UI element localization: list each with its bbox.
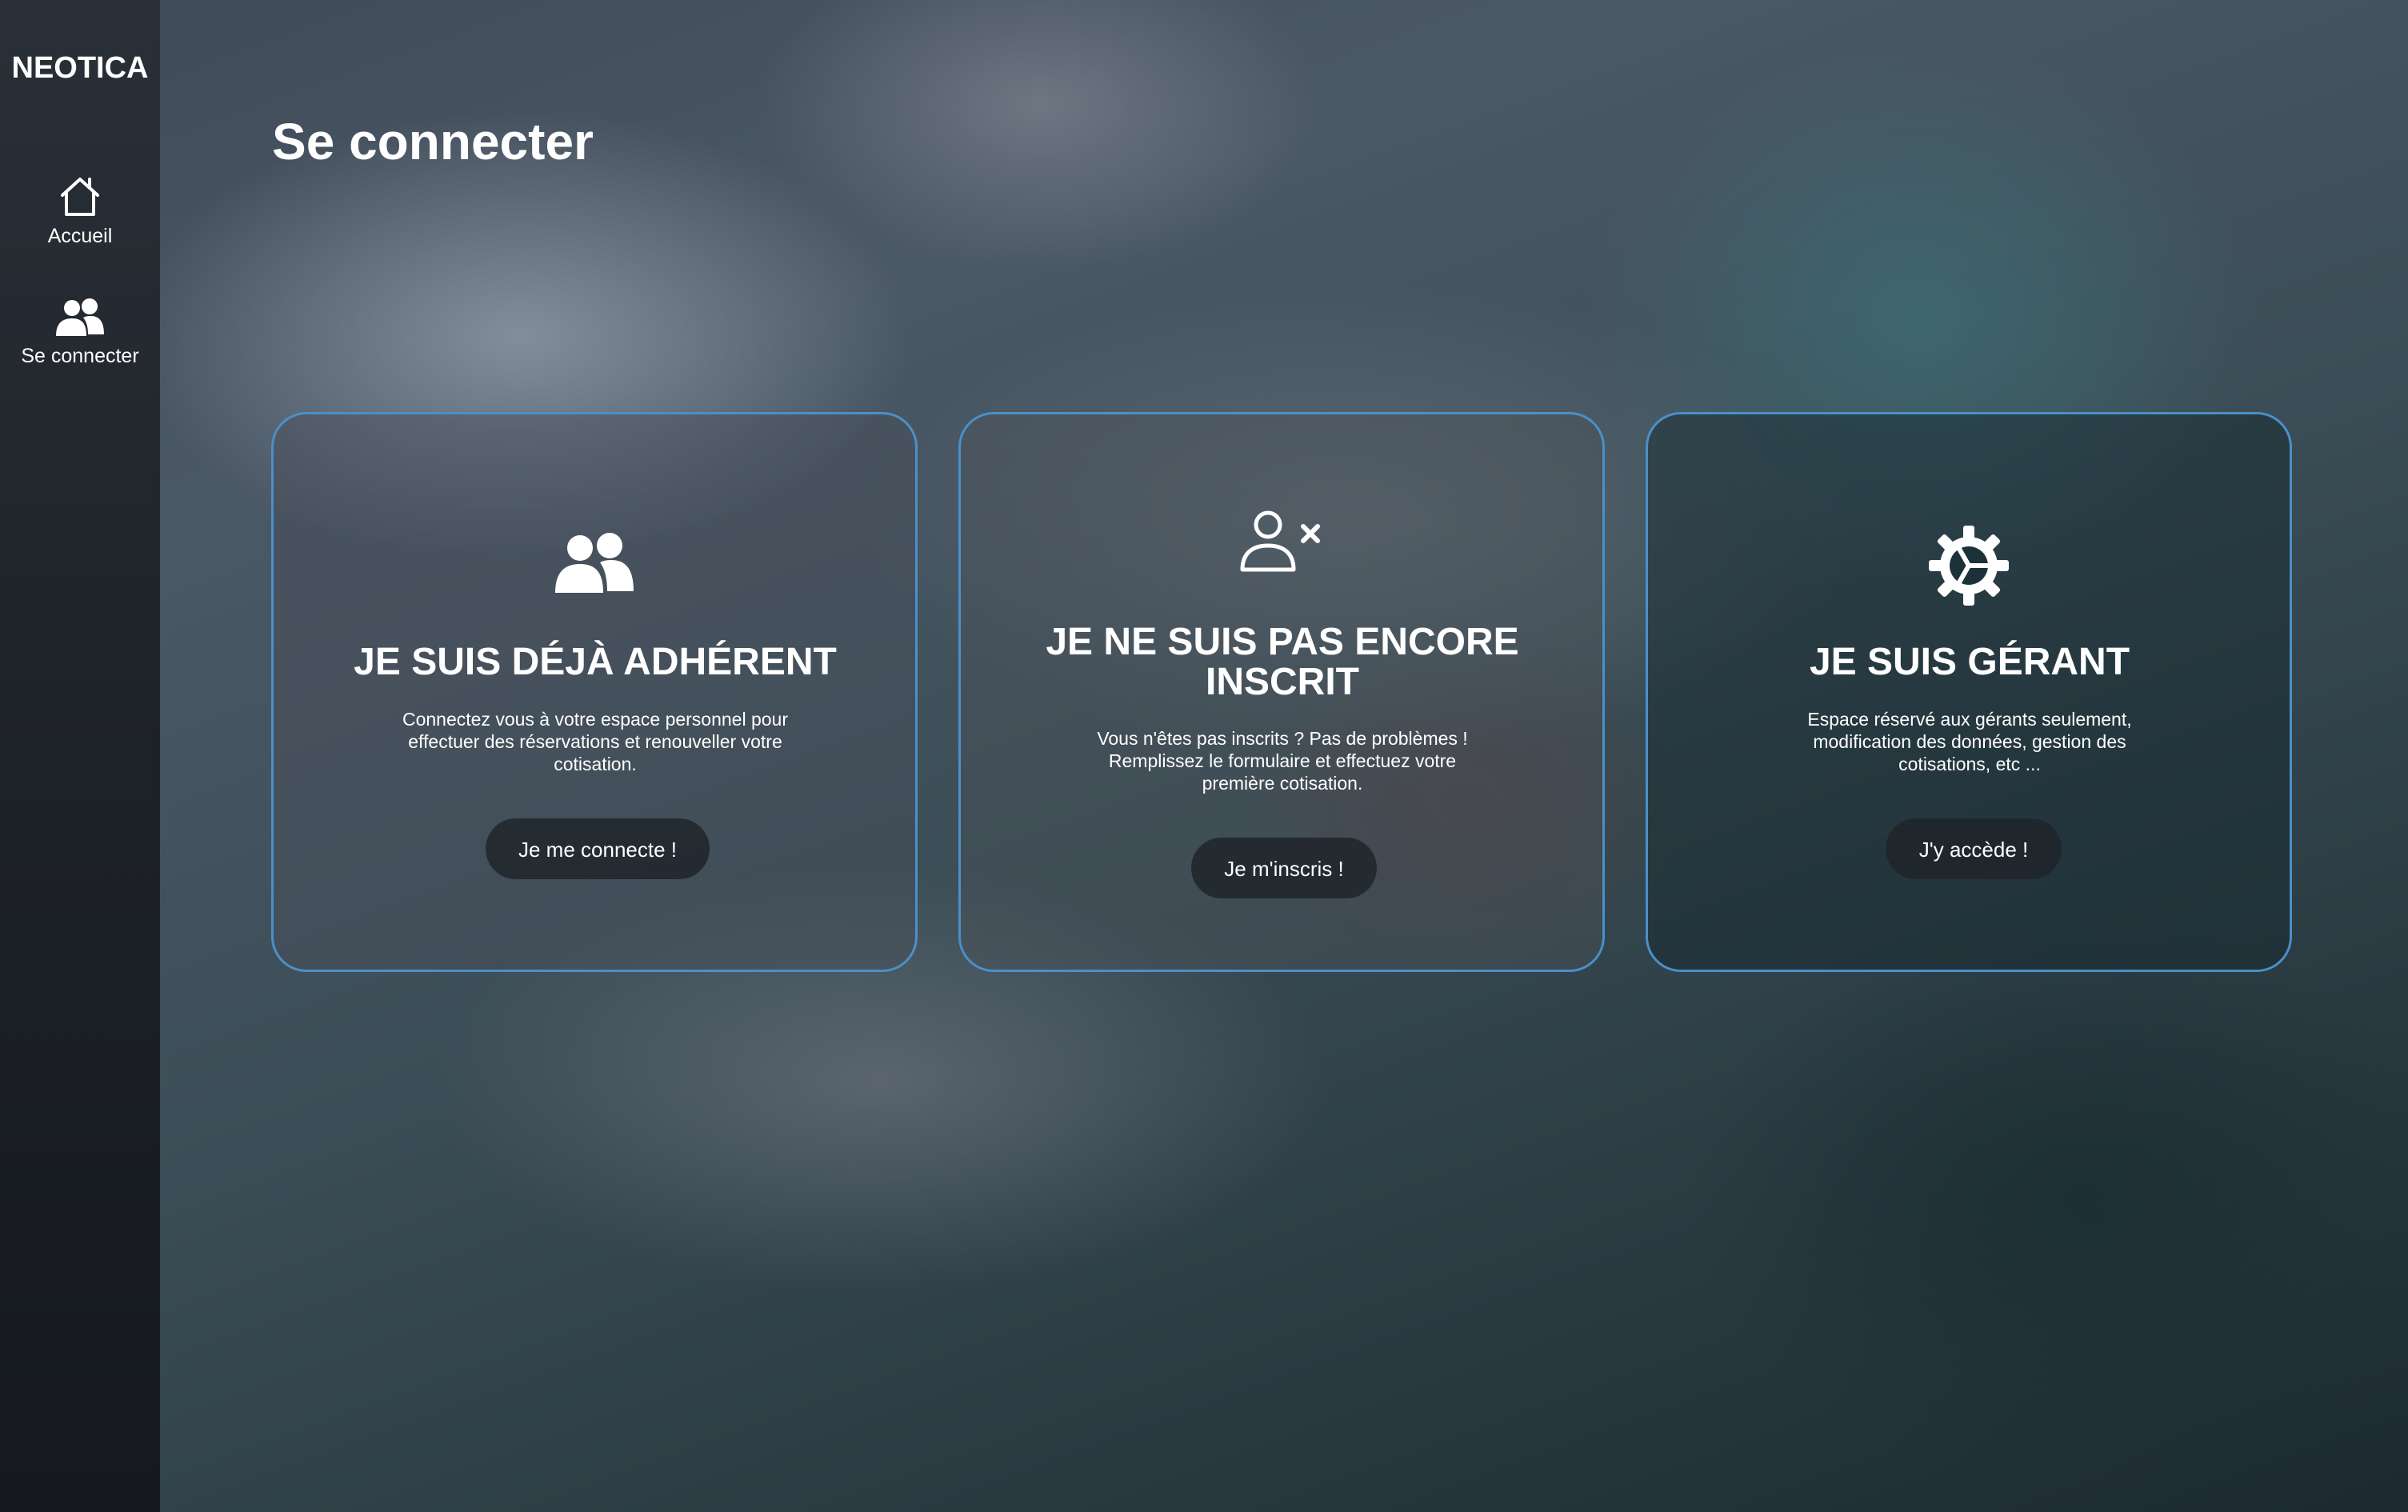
sidebar-item-se-connecter[interactable]: Se connecter [0, 298, 160, 368]
card-title: JE NE SUIS PAS ENCORE INSCRIT [1046, 621, 1519, 703]
card-title: JE SUIS DÉJÀ ADHÉRENT [354, 641, 837, 683]
card-register: JE NE SUIS PAS ENCORE INSCRIT Vous n'ête… [958, 412, 1605, 972]
card-title: JE SUIS GÉRANT [1809, 641, 2130, 683]
gear-icon [1648, 524, 2290, 607]
user-x-icon [961, 509, 1602, 574]
page-title: Se connecter [272, 113, 594, 170]
sidebar-item-accueil[interactable]: Accueil [0, 174, 160, 248]
sidebar-item-label: Accueil [47, 225, 113, 247]
users-icon [274, 530, 915, 596]
brand-logo[interactable]: NEOTICA [0, 51, 160, 86]
card-description: Connectez vous à votre espace personnel … [402, 709, 789, 774]
card-description: Espace réservé aux gérants seulement, mo… [1807, 709, 2132, 774]
sidebar: NEOTICA Accueil Se connecter [0, 0, 160, 1512]
users-icon [0, 298, 160, 343]
card-member: JE SUIS DÉJÀ ADHÉRENT Connectez vous à v… [271, 412, 918, 972]
home-icon [0, 174, 160, 223]
manager-access-button[interactable]: J'y accède ! [1886, 818, 2062, 879]
sidebar-item-label: Se connecter [21, 345, 139, 367]
card-manager: JE SUIS GÉRANT Espace réservé aux gérant… [1646, 412, 2292, 972]
login-button[interactable]: Je me connecte ! [486, 818, 710, 879]
register-button[interactable]: Je m'inscris ! [1191, 838, 1377, 898]
app-root: NEOTICA Accueil Se connecter Se connecte… [0, 0, 2408, 1512]
card-description: Vous n'êtes pas inscrits ? Pas de problè… [1097, 728, 1468, 794]
